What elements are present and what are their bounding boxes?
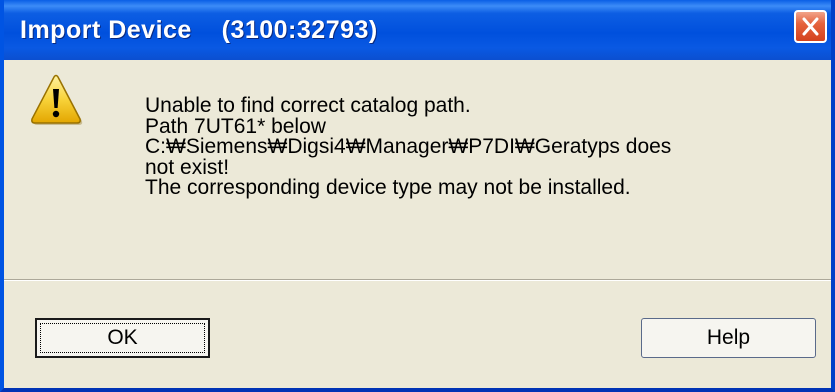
warning-icon <box>31 74 83 125</box>
help-button[interactable]: Help <box>641 318 816 358</box>
separator <box>4 279 831 281</box>
title-bar[interactable]: Import Device (3100:32793) <box>4 0 831 60</box>
message-line: The corresponding device type may not be… <box>145 176 631 199</box>
message-line: C:₩Siemens₩Digsi4₩Manager₩P7DI₩Geratyps … <box>145 135 672 158</box>
message-text: Unable to find correct catalog path. Pat… <box>145 94 805 199</box>
close-button[interactable] <box>794 10 827 43</box>
dialog-title: Import Device (3100:32793) <box>20 16 378 44</box>
message-line: Unable to find correct catalog path. <box>145 94 471 117</box>
message-line: not exist! <box>145 155 230 179</box>
import-device-dialog: Import Device (3100:32793) Unable to fin… <box>0 0 835 392</box>
ok-button[interactable]: OK <box>35 318 210 358</box>
help-button-label: Help <box>706 326 751 349</box>
message-line: Path 7UT61* below <box>145 114 326 138</box>
close-icon <box>802 17 819 36</box>
focus-rectangle <box>40 323 205 353</box>
